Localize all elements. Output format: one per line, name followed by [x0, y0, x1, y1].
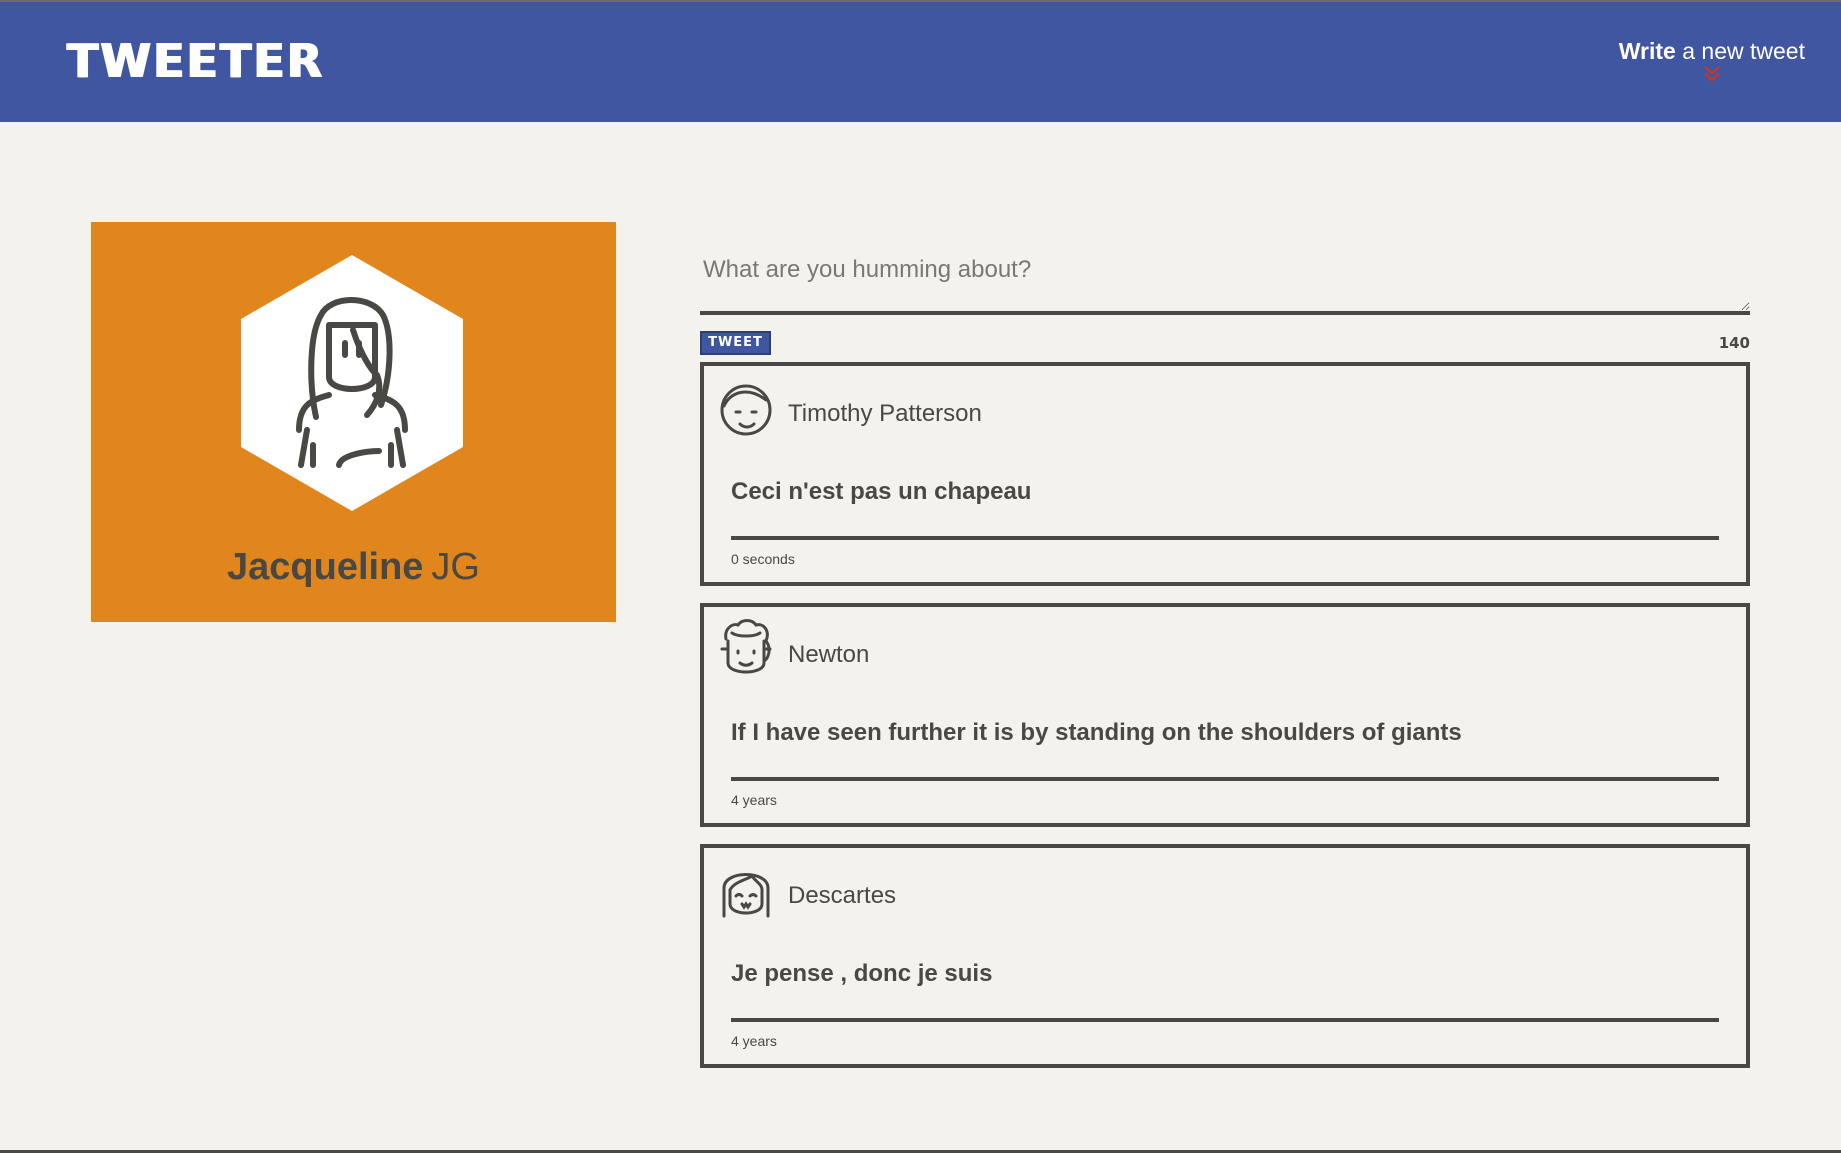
compose-toggle-bold: Write	[1618, 38, 1676, 64]
tweet-divider	[731, 777, 1719, 781]
tweet-content: Ceci n'est pas un chapeau	[731, 478, 1032, 505]
tweet-timestamp: 4 years	[731, 792, 777, 808]
compose-toggle-label: a new tweet	[1675, 38, 1805, 64]
profile-first-name: Jacqueline	[227, 546, 424, 588]
double-chevron-down-icon[interactable]	[1702, 65, 1722, 83]
tweet-timestamp: 0 seconds	[731, 551, 795, 567]
tweet-author[interactable]: Timothy Patterson	[788, 400, 982, 428]
tweet-card: Descartes Je pense , donc je suis 4 year…	[700, 844, 1750, 1068]
bob-hair-avatar-icon	[722, 873, 770, 918]
compose-footer: TWEET 140	[700, 331, 1750, 361]
profile-card: Jacqueline JG	[91, 222, 616, 622]
logo[interactable]: TWEETER	[67, 38, 324, 84]
tweet-timestamp: 4 years	[731, 1033, 777, 1049]
tweet-author[interactable]: Newton	[788, 641, 869, 669]
tweet-divider	[731, 1018, 1719, 1022]
woman-avatar-icon	[241, 255, 463, 511]
tweet-button[interactable]: TWEET	[700, 331, 771, 355]
tweet-content: If I have seen further it is by standing…	[731, 719, 1462, 746]
tweet-card: Timothy Patterson Ceci n'est pas un chap…	[700, 362, 1750, 586]
tweet-text-input[interactable]	[700, 250, 1750, 315]
tweet-divider	[731, 536, 1719, 540]
profile-name: Jacqueline JG	[91, 546, 616, 589]
tweet-author[interactable]: Descartes	[788, 882, 896, 910]
tweet-content: Je pense , donc je suis	[731, 960, 993, 987]
smiling-man-avatar-icon	[720, 384, 772, 436]
tweet-card: Newton If I have seen further it is by s…	[700, 603, 1750, 827]
curly-hair-man-avatar-icon	[720, 619, 772, 674]
navbar: TWEETER Write a new tweet	[0, 2, 1841, 122]
write-new-tweet-toggle[interactable]: Write a new tweet	[1619, 38, 1805, 83]
compose-area: TWEET 140	[700, 250, 1750, 361]
character-counter: 140	[1718, 334, 1750, 352]
profile-handle: JG	[431, 546, 480, 588]
